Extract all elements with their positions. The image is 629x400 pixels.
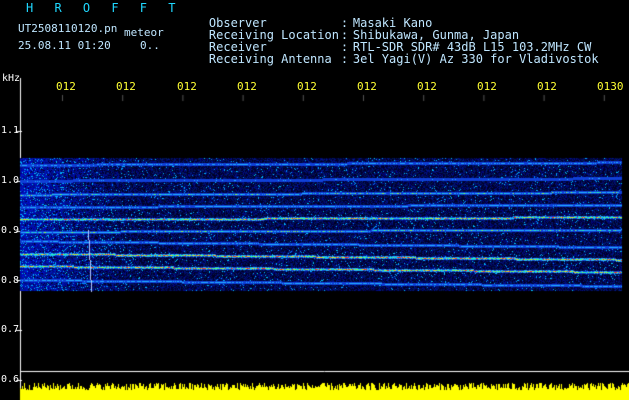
meta-key: Receiving Antenna xyxy=(208,52,332,66)
time-label: 012 xyxy=(417,80,437,93)
y-axis-unit: kHz xyxy=(2,73,21,84)
timestamp: 25.08.11 01:20 xyxy=(18,39,111,52)
y-tick-label: 0.6 xyxy=(1,374,20,385)
meta-antenna: Receiving Antenna:3el Yagi(V) Az 330 for… xyxy=(208,52,599,66)
file-name: UT2508110120.pn xyxy=(18,22,118,35)
time-label: 012 xyxy=(177,80,197,93)
y-tick-label: 0.8 xyxy=(1,275,20,286)
time-label: 0130 xyxy=(597,80,624,93)
y-tick-label: 0.9 xyxy=(1,225,20,236)
time-label: 012 xyxy=(477,80,497,93)
app-brand: H R O F F T xyxy=(26,1,183,15)
meta-value: 3el Yagi(V) Az 330 for Vladivostok xyxy=(352,52,599,66)
y-tick-label: 1.1 xyxy=(1,125,20,136)
mode-tag: meteor xyxy=(124,26,164,39)
time-label: 012 xyxy=(237,80,257,93)
time-label: 012 xyxy=(116,80,136,93)
time-label: 012 xyxy=(297,80,317,93)
hrofft-window: H R O F F T UT2508110120.pn meteor 25.08… xyxy=(0,0,629,400)
time-label: 012 xyxy=(56,80,76,93)
time-label: 012 xyxy=(357,80,377,93)
y-tick-label: 1.0 xyxy=(1,175,20,186)
truncated-value: 0.. xyxy=(140,39,160,52)
y-tick-label: 0.7 xyxy=(1,324,20,335)
time-label: 012 xyxy=(537,80,557,93)
